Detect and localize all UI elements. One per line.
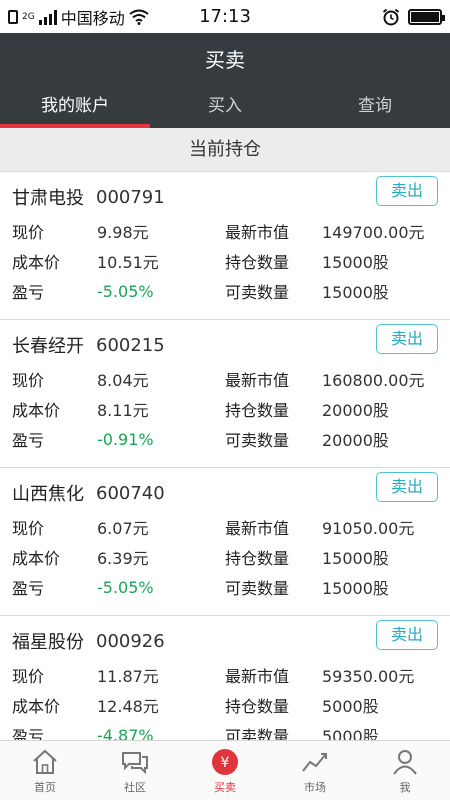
bottom-nav: 首页 社区 ¥ 买卖 市场 我 <box>0 740 450 800</box>
carrier-name: 中国移动 <box>60 8 125 28</box>
holding-label: 持仓数量 <box>225 697 290 716</box>
sellable-label: 可卖数量 <box>225 579 290 598</box>
tab-query[interactable]: 查询 <box>300 88 450 128</box>
pnl-label: 盈亏 <box>12 727 45 740</box>
market-value-label: 最新市值 <box>225 371 290 390</box>
nav-home-label: 首页 <box>34 780 56 794</box>
nav-community-label: 社区 <box>124 780 146 794</box>
sellable-value: 15000股 <box>322 579 389 598</box>
market-value-label: 最新市值 <box>225 667 290 686</box>
holding-value: 5000股 <box>322 697 379 716</box>
pnl-value: -5.05% <box>97 577 154 597</box>
cost-label: 成本价 <box>12 401 61 420</box>
price-label: 现价 <box>12 519 45 538</box>
market-value: 59350.00元 <box>322 667 415 686</box>
tab-my-account[interactable]: 我的账户 <box>0 88 150 128</box>
cost-label: 成本价 <box>12 697 61 716</box>
stock-name: 甘肃电投 <box>12 188 84 209</box>
sellable-label: 可卖数量 <box>225 727 290 740</box>
app-header: 买卖 我的账户 买入 查询 <box>0 33 450 128</box>
holding-value: 15000股 <box>322 549 389 568</box>
stock-name: 山西焦化 <box>12 484 84 505</box>
nav-community[interactable]: 社区 <box>90 741 180 800</box>
sellable-label: 可卖数量 <box>225 431 290 450</box>
tab-bar: 我的账户 买入 查询 <box>0 88 450 128</box>
signal-icon <box>38 9 57 25</box>
nav-profile-label: 我 <box>399 780 411 794</box>
sell-button[interactable]: 卖出 <box>376 620 438 650</box>
stock-code: 600740 <box>96 482 165 504</box>
nav-market[interactable]: 市场 <box>270 741 360 800</box>
section-title: 当前持仓 <box>0 128 450 172</box>
market-icon <box>302 752 327 772</box>
cost-value: 8.11元 <box>97 401 149 420</box>
market-value-label: 最新市值 <box>225 519 290 538</box>
sellable-value: 5000股 <box>322 727 379 740</box>
market-value: 91050.00元 <box>322 519 415 538</box>
page-title: 买卖 <box>205 48 245 72</box>
price-value: 9.98元 <box>97 223 149 242</box>
nav-trade-label: 买卖 <box>214 780 236 794</box>
cost-value: 6.39元 <box>97 549 149 568</box>
market-value-label: 最新市值 <box>225 223 290 242</box>
holding-card: 甘肃电投 000791 卖出 现价 9.98元 最新市值 149700.00元 … <box>0 172 450 320</box>
pnl-value: -5.05% <box>97 281 154 301</box>
cost-label: 成本价 <box>12 253 61 272</box>
nav-market-label: 市场 <box>304 780 326 794</box>
sim-icon <box>8 9 18 24</box>
nav-profile[interactable]: 我 <box>360 741 450 800</box>
network-type: 2G <box>22 11 35 22</box>
holding-card: 福星股份 000926 卖出 现价 11.87元 最新市值 59350.00元 … <box>0 616 450 740</box>
sell-button[interactable]: 卖出 <box>376 176 438 206</box>
sellable-value: 15000股 <box>322 283 389 302</box>
price-value: 8.04元 <box>97 371 149 390</box>
wifi-icon <box>129 9 149 25</box>
price-label: 现价 <box>12 223 45 242</box>
holding-label: 持仓数量 <box>225 253 290 272</box>
chat-icon <box>122 751 148 774</box>
holding-card: 山西焦化 600740 卖出 现价 6.07元 最新市值 91050.00元 成… <box>0 468 450 616</box>
status-bar: 2G 中国移动 17:13 <box>0 0 450 33</box>
price-label: 现价 <box>12 667 45 686</box>
stock-name: 福星股份 <box>12 632 84 653</box>
price-value: 6.07元 <box>97 519 149 538</box>
pnl-value: -0.91% <box>97 429 154 449</box>
pnl-value: -4.87% <box>97 725 154 741</box>
holdings-list[interactable]: 甘肃电投 000791 卖出 现价 9.98元 最新市值 149700.00元 … <box>0 172 450 740</box>
nav-trade[interactable]: ¥ 买卖 <box>180 741 270 800</box>
stock-name: 长春经开 <box>12 336 84 357</box>
holding-card: 长春经开 600215 卖出 现价 8.04元 最新市值 160800.00元 … <box>0 320 450 468</box>
svg-text:¥: ¥ <box>221 755 230 771</box>
price-value: 11.87元 <box>97 667 159 686</box>
pnl-label: 盈亏 <box>12 579 45 598</box>
trade-icon: ¥ <box>212 748 238 775</box>
price-label: 现价 <box>12 371 45 390</box>
alarm-icon <box>382 8 400 25</box>
sell-button[interactable]: 卖出 <box>376 324 438 354</box>
sell-button[interactable]: 卖出 <box>376 472 438 502</box>
holding-label: 持仓数量 <box>225 549 290 568</box>
stock-code: 000791 <box>96 186 165 208</box>
market-value: 160800.00元 <box>322 371 425 390</box>
pnl-label: 盈亏 <box>12 431 45 450</box>
stock-code: 600215 <box>96 334 165 356</box>
home-icon <box>33 749 57 774</box>
cost-value: 10.51元 <box>97 253 159 272</box>
battery-icon <box>408 8 445 25</box>
stock-code: 000926 <box>96 630 165 652</box>
cost-value: 12.48元 <box>97 697 159 716</box>
sellable-value: 20000股 <box>322 431 389 450</box>
holding-value: 20000股 <box>322 401 389 420</box>
nav-home[interactable]: 首页 <box>0 741 90 800</box>
tab-buy[interactable]: 买入 <box>150 88 300 128</box>
holding-value: 15000股 <box>322 253 389 272</box>
pnl-label: 盈亏 <box>12 283 45 302</box>
sellable-label: 可卖数量 <box>225 283 290 302</box>
cost-label: 成本价 <box>12 549 61 568</box>
holding-label: 持仓数量 <box>225 401 290 420</box>
market-value: 149700.00元 <box>322 223 425 242</box>
profile-icon <box>393 749 417 775</box>
